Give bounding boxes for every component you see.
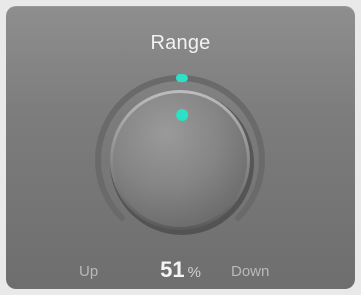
value-readout: 51% (0, 257, 361, 283)
value-unit: % (187, 264, 201, 281)
knob-indicator-dot (176, 109, 189, 122)
value-number: 51 (160, 257, 185, 282)
range-knob[interactable] (0, 0, 361, 295)
